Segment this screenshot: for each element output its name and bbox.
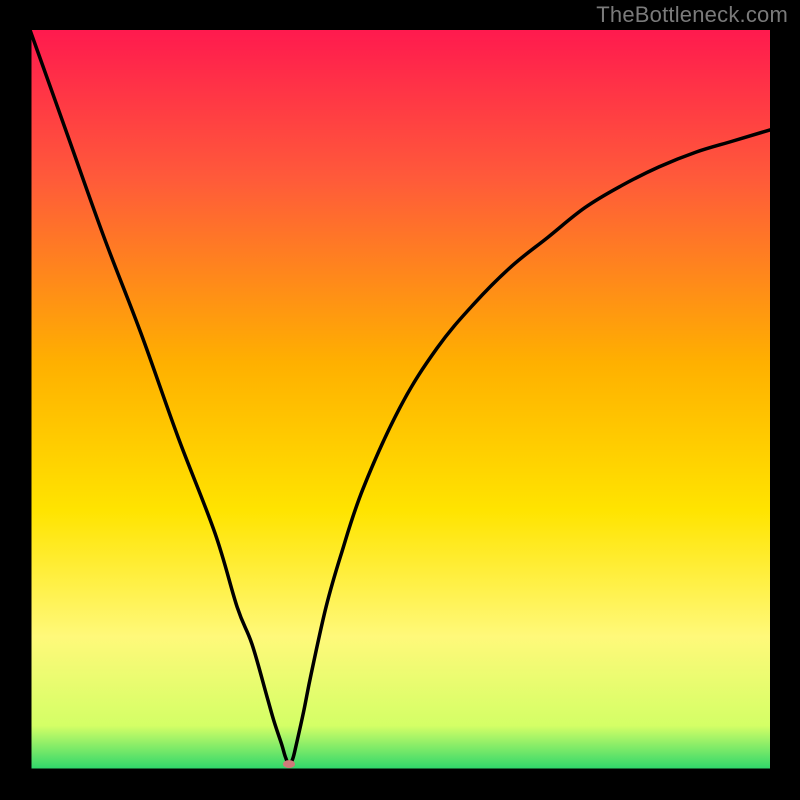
- optimal-point-marker: [283, 760, 295, 768]
- plot-background: [30, 30, 770, 770]
- bottleneck-chart: [0, 0, 800, 800]
- watermark-label: TheBottleneck.com: [596, 2, 788, 28]
- chart-stage: TheBottleneck.com: [0, 0, 800, 800]
